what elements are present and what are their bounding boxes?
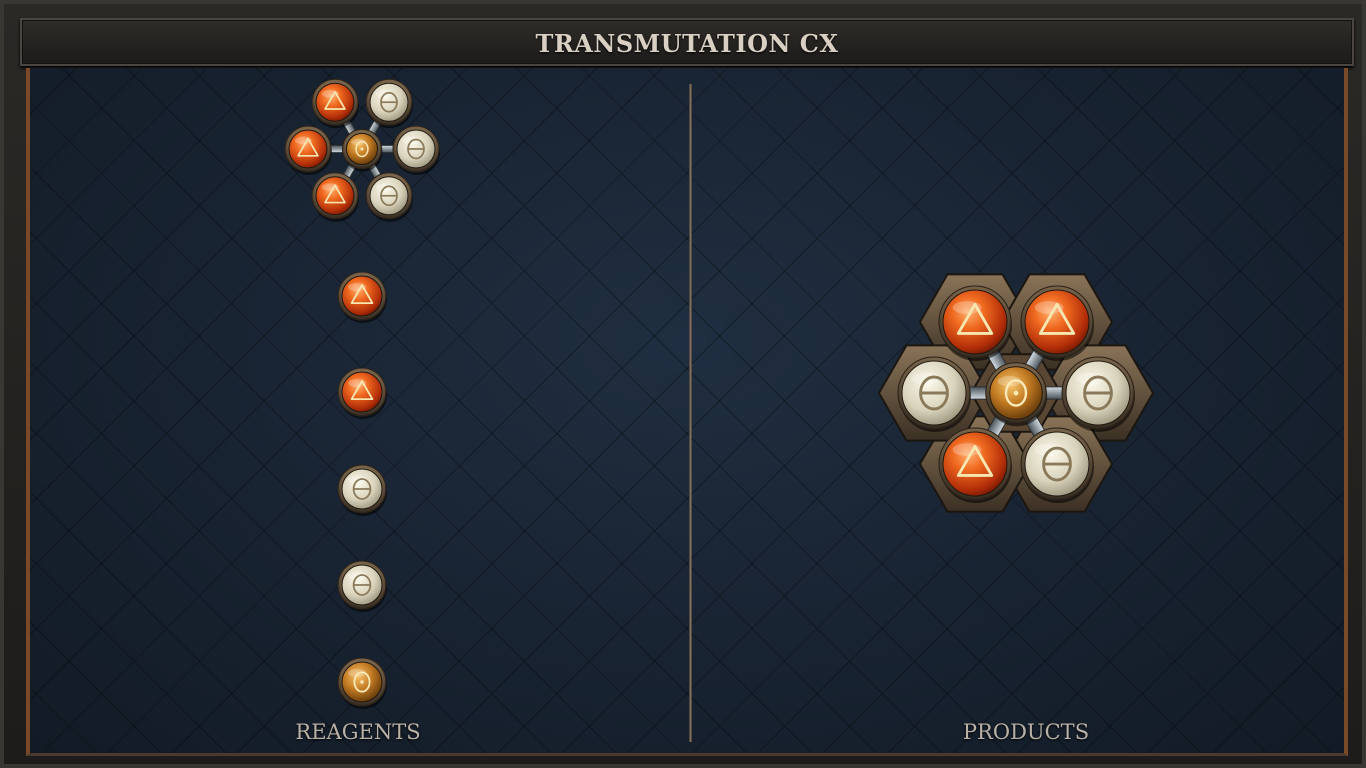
atom-salt[interactable] xyxy=(1020,427,1094,504)
product-molecule[interactable] xyxy=(877,273,1155,513)
atom-core[interactable] xyxy=(985,362,1048,427)
board-canvas xyxy=(284,78,1155,709)
atom-salt[interactable] xyxy=(365,78,413,129)
reagent-atom-salt[interactable] xyxy=(337,464,387,516)
reagent-atom-fire[interactable] xyxy=(337,271,387,323)
products-label: PRODUCTS xyxy=(962,720,1090,744)
game-frame: TRANSMUTATION CX REAGENTS PRODUCTS xyxy=(0,0,1366,768)
atom-fire[interactable] xyxy=(938,427,1012,504)
reagent-molecule[interactable] xyxy=(284,78,440,222)
atom-fire[interactable] xyxy=(311,78,359,129)
atom-fire[interactable] xyxy=(1020,285,1094,361)
atom-salt[interactable] xyxy=(897,356,971,432)
transmutation-board: REAGENTS PRODUCTS xyxy=(26,68,1348,756)
reagent-atom-core[interactable] xyxy=(337,657,387,709)
page-title: TRANSMUTATION CX xyxy=(535,29,839,58)
title-bar: TRANSMUTATION CX xyxy=(20,18,1354,66)
reagent-atom-salt[interactable] xyxy=(337,560,387,612)
reagents-label: REAGENTS xyxy=(295,720,421,744)
atom-fire[interactable] xyxy=(311,172,359,222)
panel-divider xyxy=(689,84,692,742)
reagent-atom-fire[interactable] xyxy=(337,367,387,419)
atom-salt[interactable] xyxy=(365,172,413,222)
atom-salt[interactable] xyxy=(1061,356,1135,432)
atom-salt[interactable] xyxy=(392,125,440,175)
atom-fire[interactable] xyxy=(284,125,332,175)
atom-fire[interactable] xyxy=(938,285,1012,361)
